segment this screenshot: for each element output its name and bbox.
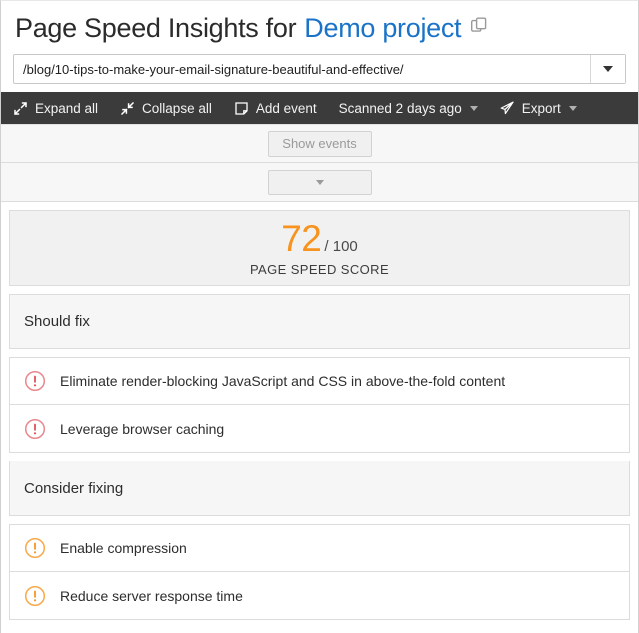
collapse-all-button[interactable]: Collapse all bbox=[120, 101, 212, 116]
list-item[interactable]: Leverage browser caching bbox=[9, 405, 630, 453]
collapse-strip bbox=[1, 163, 638, 202]
list-item-label: Reduce server response time bbox=[60, 587, 243, 604]
project-name-link[interactable]: Demo project bbox=[304, 13, 461, 44]
show-events-strip: Show events bbox=[1, 124, 638, 163]
exclamation-circle-icon bbox=[24, 418, 46, 440]
paper-plane-icon bbox=[500, 101, 515, 116]
url-input[interactable] bbox=[14, 55, 590, 83]
score-denominator: / 100 bbox=[324, 237, 358, 255]
collapse-toggle-button[interactable] bbox=[267, 169, 372, 195]
expand-all-label: Expand all bbox=[35, 100, 99, 116]
collapse-arrows-icon bbox=[120, 101, 135, 116]
exclamation-circle-icon bbox=[24, 370, 46, 392]
list-item[interactable]: Eliminate render-blocking JavaScript and… bbox=[9, 357, 630, 405]
chevron-down-icon bbox=[469, 105, 478, 111]
list-item-label: Leverage browser caching bbox=[60, 420, 225, 437]
export-button[interactable]: Export bbox=[500, 101, 577, 116]
list-item[interactable]: Enable compression bbox=[9, 524, 630, 572]
add-event-button[interactable]: Add event bbox=[234, 101, 317, 116]
list-item-label: Eliminate render-blocking JavaScript and… bbox=[60, 373, 506, 389]
chevron-down-icon bbox=[603, 66, 613, 72]
page-title-text: Page Speed Insights for bbox=[15, 13, 297, 43]
export-label: Export bbox=[521, 100, 561, 116]
scanned-date-label: Scanned 2 days ago bbox=[338, 100, 462, 116]
expand-all-button[interactable]: Expand all bbox=[13, 101, 98, 116]
collapse-all-label: Collapse all bbox=[142, 100, 212, 116]
show-events-button[interactable]: Show events bbox=[267, 130, 372, 157]
toolbar: Expand all Collapse all Add event Scanne… bbox=[1, 92, 638, 124]
score-value: 72 bbox=[281, 217, 322, 259]
note-page-icon bbox=[234, 101, 249, 116]
score-label: PAGE SPEED SCORE bbox=[249, 261, 390, 277]
scanned-date-dropdown[interactable]: Scanned 2 days ago bbox=[339, 101, 478, 116]
add-event-label: Add event bbox=[255, 100, 317, 116]
score-line: 72 / 100 bbox=[281, 220, 358, 257]
url-selector[interactable] bbox=[13, 54, 626, 84]
chevron-down-icon bbox=[315, 179, 324, 185]
expand-arrows-icon bbox=[13, 101, 28, 116]
page-title: Page Speed Insights for Demo project bbox=[1, 1, 638, 54]
chevron-down-icon bbox=[568, 105, 577, 111]
exclamation-circle-icon bbox=[24, 537, 46, 559]
section-header-should-fix: Should fix bbox=[9, 294, 630, 349]
exclamation-circle-icon bbox=[24, 585, 46, 607]
url-dropdown-button[interactable] bbox=[590, 55, 625, 83]
page-speed-score-panel: 72 / 100 PAGE SPEED SCORE bbox=[9, 210, 630, 286]
list-item[interactable]: Reduce server response time bbox=[9, 572, 630, 620]
issues-list: Should fix Eliminate render-blocking Jav… bbox=[1, 286, 638, 633]
list-item-label: Enable compression bbox=[60, 540, 187, 556]
page-speed-insights-panel: Page Speed Insights for Demo project Exp… bbox=[0, 0, 639, 633]
copy-icon[interactable] bbox=[471, 17, 488, 34]
section-header-consider-fixing: Consider fixing bbox=[9, 461, 630, 516]
score-section: 72 / 100 PAGE SPEED SCORE bbox=[1, 202, 638, 286]
